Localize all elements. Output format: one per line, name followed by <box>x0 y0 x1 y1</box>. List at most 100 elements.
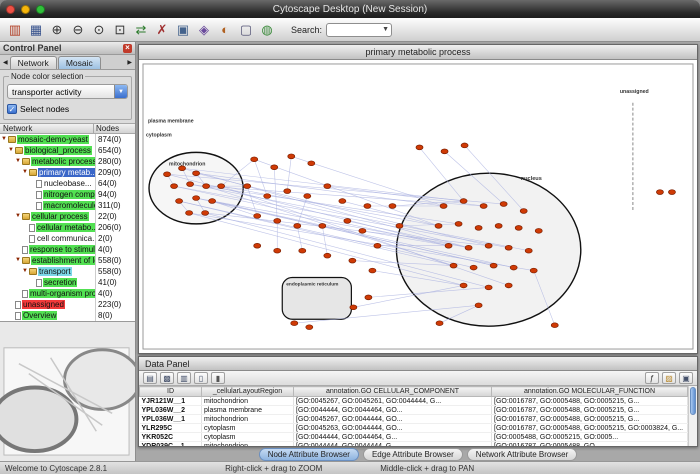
network-node[interactable] <box>339 199 346 204</box>
map-attributes-icon[interactable]: ▣ <box>679 372 693 384</box>
tree-row[interactable]: nucleobase...64(0) <box>0 178 135 189</box>
network-node[interactable] <box>435 223 442 228</box>
network-node[interactable] <box>294 223 301 228</box>
network-node[interactable] <box>288 154 295 159</box>
table-row[interactable]: YPL036W__1mitochondrion[GO:0045267, GO:0… <box>140 415 688 424</box>
open-attribute-file-icon[interactable]: ▨ <box>662 372 676 384</box>
network-node[interactable] <box>436 321 443 326</box>
table-row[interactable]: YPL036W__2plasma membrane[GO:0044444, GO… <box>140 406 688 415</box>
plugins-icon[interactable]: ◍ <box>257 20 277 39</box>
network-node[interactable] <box>193 171 200 176</box>
network-node[interactable] <box>480 204 487 209</box>
tree-row[interactable]: nitrogen compo...94(0) <box>0 189 135 200</box>
select-nodes-checkbox[interactable]: ✓ Select nodes <box>7 104 128 114</box>
network-node[interactable] <box>319 223 326 228</box>
tree-expand-icon[interactable]: ▼ <box>15 255 22 266</box>
network-node[interactable] <box>460 199 467 204</box>
tree-row[interactable]: unassigned223(0) <box>0 299 135 310</box>
network-node[interactable] <box>202 211 209 216</box>
network-node[interactable] <box>450 263 457 268</box>
network-node[interactable] <box>304 194 311 199</box>
network-node[interactable] <box>171 184 178 189</box>
network-node[interactable] <box>306 325 313 330</box>
tree-column-network[interactable]: Network <box>0 124 94 133</box>
tree-expand-icon[interactable]: ▼ <box>15 156 22 167</box>
first-neighbors-icon[interactable]: ⇄ <box>131 20 151 39</box>
network-node[interactable] <box>505 283 512 288</box>
network-node[interactable] <box>475 225 482 230</box>
network-node[interactable] <box>535 228 542 233</box>
tab-edge-attribute-browser[interactable]: Edge Attribute Browser <box>363 448 463 461</box>
network-node[interactable] <box>416 145 423 150</box>
zoom-out-icon[interactable]: ⊖ <box>68 20 88 39</box>
network-node[interactable] <box>551 323 558 328</box>
tree-row[interactable]: secretion41(0) <box>0 277 135 288</box>
network-node[interactable] <box>530 268 537 273</box>
table-scrollbar[interactable] <box>688 386 697 446</box>
network-node[interactable] <box>374 243 381 248</box>
network-node[interactable] <box>350 305 357 310</box>
tree-row[interactable]: ▼primary metab...209(0) <box>0 167 135 178</box>
network-node[interactable] <box>475 303 482 308</box>
tab-network[interactable]: Network <box>10 56 57 69</box>
network-node[interactable] <box>186 211 193 216</box>
network-node[interactable] <box>440 204 447 209</box>
tab-network-attribute-browser[interactable]: Network Attribute Browser <box>467 448 577 461</box>
network-node[interactable] <box>359 228 366 233</box>
network-node[interactable] <box>291 321 298 326</box>
data-panel-title[interactable]: Data Panel <box>139 357 697 371</box>
zoom-selected-icon[interactable]: ⊙ <box>89 20 109 39</box>
network-node[interactable] <box>164 172 171 177</box>
network-node[interactable] <box>668 190 675 195</box>
network-node[interactable] <box>389 204 396 209</box>
table-row[interactable]: YJR121W__1mitochondrion[GO:0045267, GO:0… <box>140 397 688 406</box>
network-node[interactable] <box>254 214 261 219</box>
network-node[interactable] <box>324 253 331 258</box>
tree-row[interactable]: ▼metabolic process280(0) <box>0 156 135 167</box>
network-node[interactable] <box>485 243 492 248</box>
network-view-title[interactable]: primary metabolic process <box>139 45 697 60</box>
network-node[interactable] <box>461 143 468 148</box>
close-panel-icon[interactable]: × <box>123 44 132 53</box>
network-canvas[interactable]: plasma membranecytoplasmmitochondrionnuc… <box>139 60 697 353</box>
network-node[interactable] <box>505 245 512 250</box>
tree-column-nodes[interactable]: Nodes <box>94 124 135 133</box>
edit-attribute-icon[interactable]: ▯ <box>194 372 208 384</box>
network-node[interactable] <box>364 204 371 209</box>
node-color-dropdown[interactable]: transporter activity ▼ <box>7 84 128 99</box>
network-node[interactable] <box>274 219 281 224</box>
network-node[interactable] <box>490 263 497 268</box>
network-node[interactable] <box>525 248 532 253</box>
network-node[interactable] <box>515 225 522 230</box>
tree-row[interactable]: ▼biological_process654(0) <box>0 145 135 156</box>
network-node[interactable] <box>274 248 281 253</box>
network-node[interactable] <box>187 182 194 187</box>
network-node[interactable] <box>445 243 452 248</box>
network-node[interactable] <box>365 295 372 300</box>
tab-scroll-left-icon[interactable]: ◀ <box>1 59 10 69</box>
network-node[interactable] <box>495 223 502 228</box>
network-node[interactable] <box>656 190 663 195</box>
tree-row[interactable]: ▼transport558(0) <box>0 266 135 277</box>
deselect-all-icon[interactable]: ✗ <box>152 20 172 39</box>
tree-row[interactable]: ▼mosaic-demo-yeast874(0) <box>0 134 135 145</box>
network-node[interactable] <box>218 184 225 189</box>
tree-row[interactable]: ▼cellular process22(0) <box>0 211 135 222</box>
tab-node-attribute-browser[interactable]: Node Attribute Browser <box>259 448 359 461</box>
network-node[interactable] <box>264 194 271 199</box>
tree-row[interactable]: cell communica...2(0) <box>0 233 135 244</box>
network-node[interactable] <box>344 219 351 224</box>
table-row[interactable]: YLR295Ccytoplasm[GO:0045263, GO:0044444,… <box>140 424 688 433</box>
network-node[interactable] <box>193 196 200 201</box>
new-network-from-selection-icon[interactable]: ▣ <box>173 20 193 39</box>
zoom-fit-icon[interactable]: ⊡ <box>110 20 130 39</box>
network-node[interactable] <box>271 165 278 170</box>
search-dropdown-icon[interactable]: ▼ <box>382 26 389 33</box>
delete-attribute-icon[interactable]: ▥ <box>177 372 191 384</box>
tree-row[interactable]: Overview8(0) <box>0 310 135 321</box>
column-header[interactable]: _cellularLayoutRegion <box>202 387 294 397</box>
network-node[interactable] <box>254 243 261 248</box>
tree-expand-icon[interactable]: ▼ <box>8 145 15 156</box>
tree-row[interactable]: cellular metabo...206(0) <box>0 222 135 233</box>
save-session-icon[interactable]: ▦ <box>26 20 46 39</box>
